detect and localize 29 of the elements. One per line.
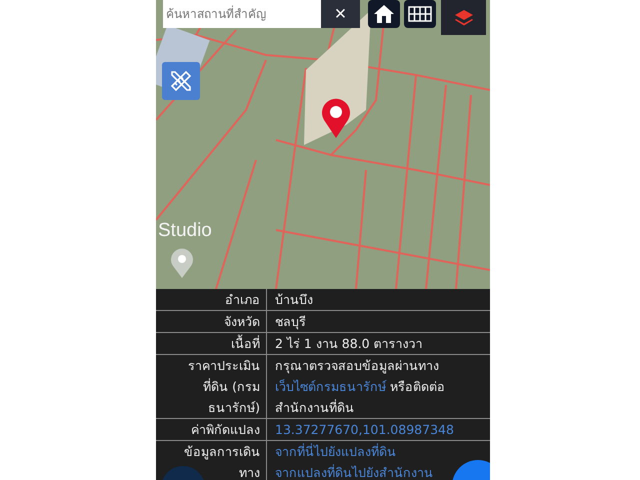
link[interactable]: เว็บไซต์กรมธนารักษ์ [275,379,386,394]
value-text: กรุณาตรวจสอบข้อมูลผ่านทาง [275,358,439,373]
map-label: Studio [158,220,212,242]
clear-button[interactable]: × [321,0,360,28]
layers-icon [454,8,474,26]
home-icon [373,4,395,24]
search-field[interactable]: ค้นหาสถานที่สำคัญ [163,0,321,28]
value-text: หรือติดต่อ [388,379,445,394]
home-button[interactable] [368,0,400,28]
map-view[interactable]: ค้นหาสถานที่สำคัญ × Studio [156,0,490,289]
map-pin-icon [170,248,194,278]
row-label: จังหวัด [156,311,267,332]
row-label: ค่าพิกัดแปลง [156,419,267,440]
link[interactable]: 13.37277670,101.08987348 [275,422,454,437]
grid-button[interactable] [404,0,436,28]
value-text: ชลบุรี [275,314,306,329]
layers-button[interactable] [441,0,486,35]
value-text: 2 ไร่ 1 งาน 88.0 ตารางวา [275,336,423,351]
location-pin-icon [321,98,351,138]
value-text: สำนักงานที่ดิน [275,400,354,415]
link[interactable]: จากแปลงที่ดินไปยังสำนักงาน [275,465,433,480]
grid-icon [408,6,432,22]
row-label: อำเภอ [156,289,267,310]
row-label: เนื้อที่ [156,333,267,354]
row-label: ราคาประเมิน ที่ดิน (กรม ธนารักษ์) [156,355,267,418]
value-text: บ้านบึง [275,292,313,307]
ruler-pencil-icon [169,69,193,93]
link[interactable]: จากที่นี่ไปยังแปลงที่ดิน [275,444,396,459]
draw-tool-button[interactable] [162,62,200,100]
